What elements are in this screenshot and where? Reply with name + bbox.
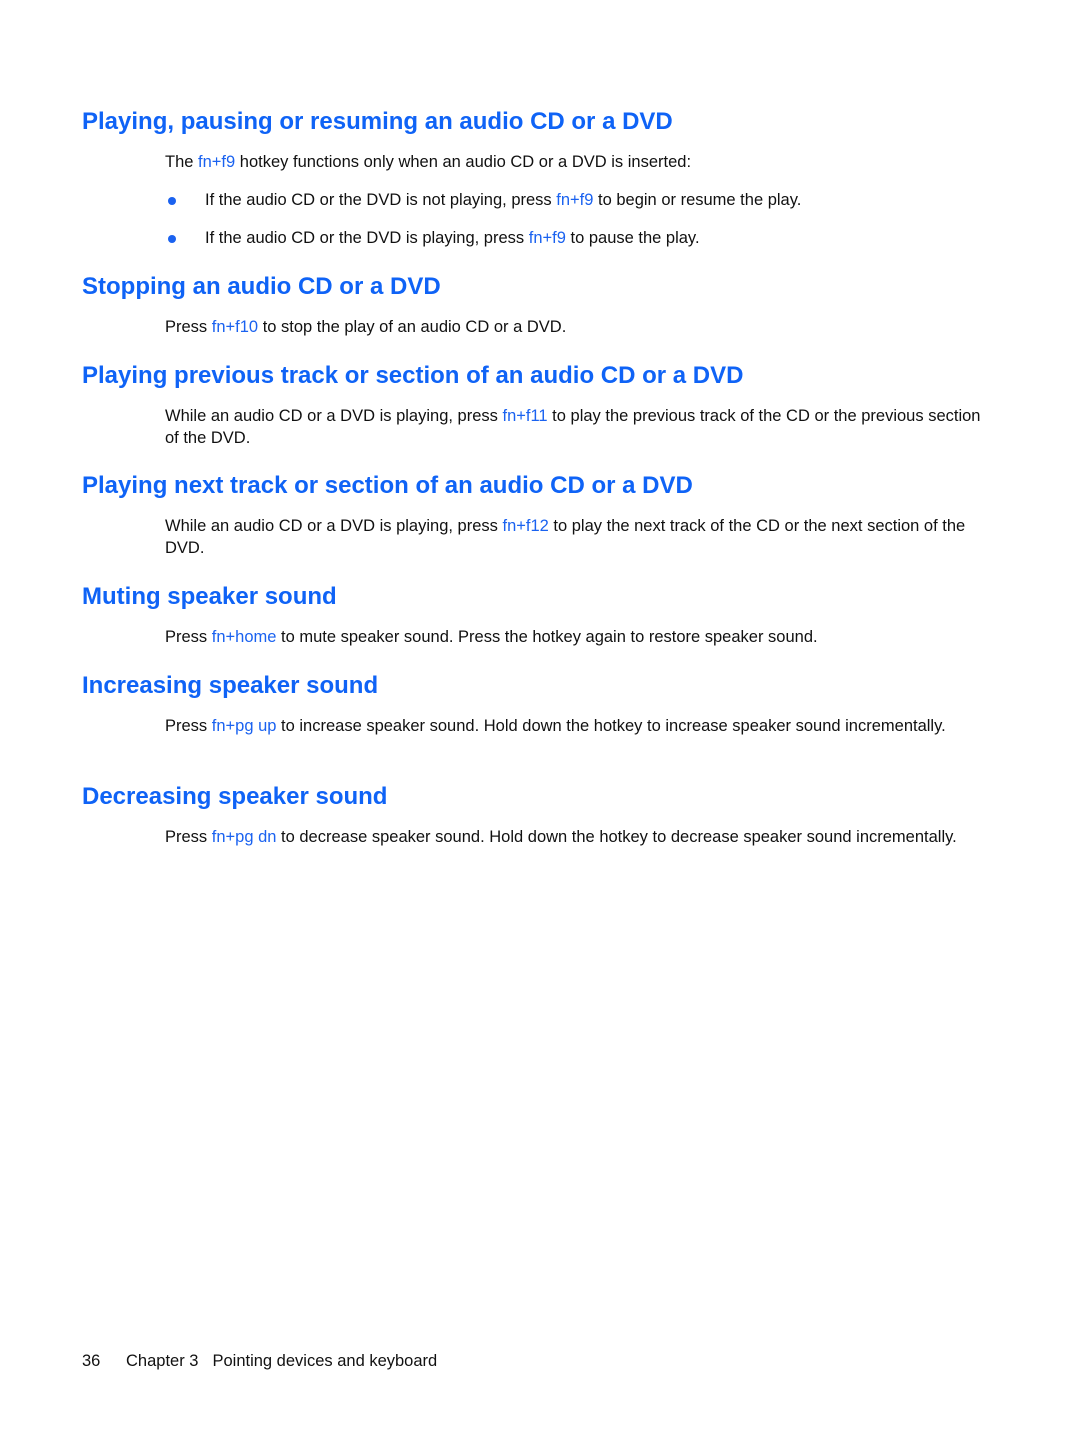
manual-page: Playing, pausing or resuming an audio CD…: [0, 0, 1080, 1437]
text-run: The: [165, 153, 199, 171]
text-run: While an audio CD or a DVD is playing, p…: [165, 407, 503, 425]
hotkey-fn-pg-dn: fn+pg dn: [211, 828, 277, 846]
hotkey-fn-home: fn+home: [211, 628, 277, 646]
text-run: to begin or resume the play.: [593, 191, 802, 209]
section-body: While an audio CD or a DVD is playing, p…: [165, 405, 995, 449]
text-run: Press: [165, 628, 212, 646]
list-item: If the audio CD or the DVD is not playin…: [165, 189, 1002, 211]
text-run: to pause the play.: [565, 229, 700, 247]
section-heading: Playing next track or section of an audi…: [82, 472, 693, 499]
section-increasing: Increasing speaker sound Press fn+pg up …: [82, 671, 1002, 737]
text-run: If the audio CD or the DVD is not playin…: [205, 191, 557, 209]
section-heading: Decreasing speaker sound: [82, 783, 388, 810]
text-run: Press: [165, 318, 212, 336]
section-heading: Playing previous track or section of an …: [82, 362, 744, 389]
text-run: While an audio CD or a DVD is playing, p…: [165, 517, 503, 535]
section-body: Press fn+pg dn to decrease speaker sound…: [165, 826, 995, 848]
hotkey-fn-f10: fn+f10: [211, 318, 259, 336]
bullet-list: If the audio CD or the DVD is not playin…: [165, 189, 1002, 249]
hotkey-fn-f9: fn+f9: [528, 229, 566, 247]
chapter-label: Chapter 3: [126, 1352, 199, 1370]
text-run: hotkey functions only when an audio CD o…: [235, 153, 692, 171]
text-run: Press: [165, 828, 212, 846]
section-previous-track: Playing previous track or section of an …: [82, 361, 1002, 449]
list-item: If the audio CD or the DVD is playing, p…: [165, 227, 1002, 249]
section-muting: Muting speaker sound Press fn+home to mu…: [82, 582, 1002, 648]
bullet-icon: [168, 197, 176, 205]
text-run: Press: [165, 717, 212, 735]
section-decreasing: Decreasing speaker sound Press fn+pg dn …: [82, 782, 1002, 848]
hotkey-fn-f9: fn+f9: [198, 153, 236, 171]
hotkey-fn-f12: fn+f12: [502, 517, 549, 535]
hotkey-fn-pg-up: fn+pg up: [211, 717, 277, 735]
text-run: to stop the play of an audio CD or a DVD…: [258, 318, 567, 336]
text-run: If the audio CD or the DVD is playing, p…: [205, 229, 529, 247]
hotkey-fn-f11: fn+f11: [502, 407, 548, 425]
section-body: While an audio CD or a DVD is playing, p…: [165, 515, 995, 559]
section-stopping: Stopping an audio CD or a DVD Press fn+f…: [82, 272, 1002, 338]
section-next-track: Playing next track or section of an audi…: [82, 471, 1002, 559]
section-body: Press fn+f10 to stop the play of an audi…: [165, 316, 995, 338]
section-body: Press fn+home to mute speaker sound. Pre…: [165, 626, 995, 648]
section-play-pause-resume: Playing, pausing or resuming an audio CD…: [82, 107, 1002, 249]
page-footer: 36 Chapter 3 Pointing devices and keyboard: [82, 1350, 437, 1372]
chapter-title: Pointing devices and keyboard: [212, 1352, 438, 1370]
bullet-icon: [168, 235, 176, 243]
hotkey-fn-f9: fn+f9: [556, 191, 594, 209]
section-heading: Muting speaker sound: [82, 583, 337, 610]
section-body: Press fn+pg up to increase speaker sound…: [165, 715, 995, 737]
section-heading: Increasing speaker sound: [82, 672, 379, 699]
page-number: 36: [82, 1352, 101, 1370]
section-heading: Stopping an audio CD or a DVD: [82, 273, 441, 300]
section-heading: Playing, pausing or resuming an audio CD…: [82, 108, 673, 135]
section-intro: The fn+f9 hotkey functions only when an …: [165, 151, 995, 173]
text-run: to increase speaker sound. Hold down the…: [276, 717, 946, 735]
text-run: to mute speaker sound. Press the hotkey …: [276, 628, 818, 646]
text-run: to decrease speaker sound. Hold down the…: [276, 828, 957, 846]
